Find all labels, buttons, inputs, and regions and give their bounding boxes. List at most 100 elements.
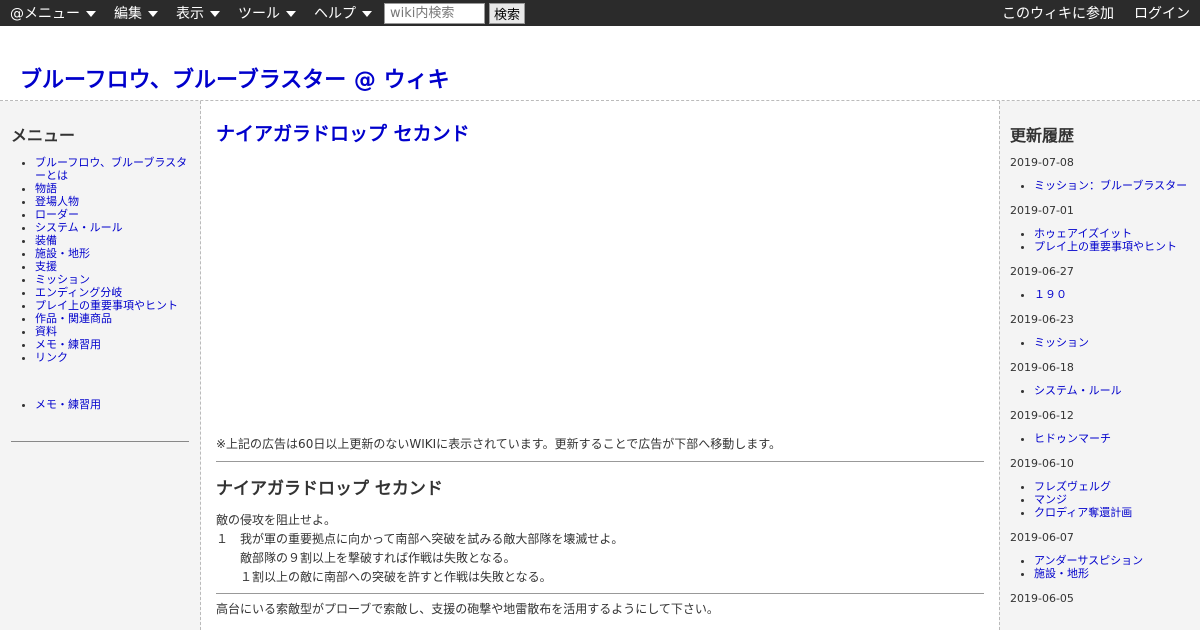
menu-edit[interactable]: 編集 [104,0,166,26]
main-content: ナイアガラドロップ セカンド ※上記の広告は60日以上更新のないWIKIに表示さ… [201,101,999,630]
menu-tools[interactable]: ツール [228,0,304,26]
list-item: エンディング分岐 [35,286,189,299]
list-item: 装備 [35,234,189,247]
menu-link[interactable]: ミッション [35,273,90,286]
menu-link[interactable]: 装備 [35,234,57,247]
list-item: 作品・関連商品 [35,312,189,325]
join-wiki-link[interactable]: このウィキに参加 [1002,3,1114,23]
menu-link[interactable]: エンディング分岐 [35,286,122,299]
menu-link[interactable]: ブルーフロウ、ブルーブラスターとは [35,156,187,182]
list-item: 施設・地形 [1034,567,1190,580]
list-item: クロディア奪還計画 [1034,506,1190,519]
page-title[interactable]: ナイアガラドロップ セカンド [216,119,984,146]
history-date: 2019-06-27 [1010,265,1074,278]
menu-link[interactable]: 登場人物 [35,195,79,208]
list-item: メモ・練習用 [35,398,189,411]
condition-line: 敵部隊の９割以上を撃破すれば作戦は失敗となる。 [240,551,516,565]
objective-number: １ [216,532,229,546]
history-link[interactable]: ヒドゥンマーチ [1034,432,1111,445]
objective-text: 我が軍の重要拠点に向かって南部へ突破を試みる敵大部隊を壊滅せよ。 [240,532,624,546]
login-link[interactable]: ログイン [1134,3,1190,23]
list-item: メモ・練習用 [35,338,189,351]
history-list: ミッション [1010,336,1190,349]
section-heading: ナイアガラドロップ セカンド [216,479,443,499]
search-button[interactable]: 検索 [489,2,526,24]
list-item: 施設・地形 [35,247,189,260]
history-link[interactable]: アンダーサスピション [1034,554,1143,567]
list-item: ホゥェアイズイット [1034,227,1190,240]
history-date: 2019-07-01 [1010,204,1074,217]
history-heading: 更新履歴 [1010,126,1075,145]
menu-label: ツール [238,6,280,22]
menu-help[interactable]: ヘルプ [304,0,380,26]
history-link[interactable]: ホゥェアイズイット [1034,227,1132,240]
menu-link[interactable]: メモ・練習用 [35,398,101,411]
history-list: システム・ルール [1010,384,1190,397]
mission-intro: 敵の侵攻を阻止せよ。 [216,513,337,527]
history-date: 2019-06-05 [1010,592,1074,605]
history-link[interactable]: ミッション [1034,336,1089,349]
list-item: 支援 [35,260,189,273]
menu-label: ヘルプ [314,6,356,22]
toolbar-account: このウィキに参加 ログイン [992,0,1200,26]
menu-heading: メニュー [11,126,76,145]
caret-down-icon [148,10,158,17]
list-item: ミッション [1034,336,1190,349]
history-link[interactable]: 施設・地形 [1034,567,1089,580]
history-link[interactable]: クロディア奪還計画 [1034,506,1132,519]
history-date: 2019-06-18 [1010,361,1074,374]
history-link[interactable]: マンジ [1034,493,1067,506]
history-list: ホゥェアイズイット プレイ上の重要事項やヒント [1010,227,1190,253]
history-list: ミッション：ブルーブラスター [1010,179,1190,192]
menu-link[interactable]: 物語 [35,182,57,195]
history-link[interactable]: プレイ上の重要事項やヒント [1034,240,1177,253]
menu-list: ブルーフロウ、ブルーブラスターとは 物語 登場人物 ローダー システム・ルール … [11,156,189,364]
top-toolbar: @メニュー 編集 表示 ツール ヘルプ 検索 このウィキに参加 ログイン [0,0,1200,26]
ad-notice: ※上記の広告は60日以上更新のないWIKIに表示されています。更新することで広告… [216,437,782,451]
menu-link[interactable]: リンク [35,351,68,364]
list-item: システム・ルール [35,221,189,234]
condition-line: １割以上の敵に南部への突破を許すと作戦は失敗となる。 [240,570,552,584]
list-item: 資料 [35,325,189,338]
menu-link[interactable]: ローダー [35,208,79,221]
menu-link[interactable]: 支援 [35,260,57,273]
list-item: ブルーフロウ、ブルーブラスターとは [35,156,189,182]
content-divider [216,593,984,594]
site-title[interactable]: ブルーフロウ、ブルーブラスター @ ウィキ [20,62,450,94]
menu-link[interactable]: システム・ルール [35,221,123,234]
history-list: ヒドゥンマーチ [1010,432,1190,445]
history-link[interactable]: １９０ [1034,288,1067,301]
menu-link[interactable]: 作品・関連商品 [35,312,112,325]
list-item: ミッション [35,273,189,286]
menu-link[interactable]: 資料 [35,325,57,338]
caret-down-icon [86,10,96,17]
left-sidebar: メニュー ブルーフロウ、ブルーブラスターとは 物語 登場人物 ローダー システム… [0,101,201,630]
search-input[interactable] [384,2,485,24]
menu-link[interactable]: プレイ上の重要事項やヒント [35,299,178,312]
history-link[interactable]: フレズヴェルグ [1034,480,1111,493]
list-item: システム・ルール [1034,384,1190,397]
list-item: ローダー [35,208,189,221]
menu-label: 編集 [114,6,142,22]
menu-view[interactable]: 表示 [166,0,228,26]
history-link[interactable]: システム・ルール [1034,384,1122,397]
list-item: リンク [35,351,189,364]
list-item: プレイ上の重要事項やヒント [1034,240,1190,253]
list-item: １９０ [1034,288,1190,301]
objective-row: １ 我が軍の重要拠点に向かって南部へ突破を試みる敵大部隊を壊滅せよ。 [216,530,984,549]
menu-link[interactable]: メモ・練習用 [35,338,101,351]
mission-tip: 高台にいる索敵型がプローブで索敵し、支援の砲撃や地雷散布を活用するようにして下さ… [216,602,719,616]
history-date: 2019-06-07 [1010,531,1074,544]
wiki-search: 検索 [384,2,526,24]
history-date: 2019-07-08 [1010,156,1074,169]
caret-down-icon [210,10,220,17]
menu-label: @メニュー [10,6,80,22]
list-item: フレズヴェルグ [1034,480,1190,493]
list-item: 登場人物 [35,195,189,208]
mission-body: 敵の侵攻を阻止せよ。 １ 我が軍の重要拠点に向かって南部へ突破を試みる敵大部隊を… [216,511,984,619]
menu-atmenu[interactable]: @メニュー [0,0,104,26]
menu-link[interactable]: 施設・地形 [35,247,90,260]
ad-area [216,146,984,436]
history-link[interactable]: ミッション：ブルーブラスター [1034,179,1187,192]
history-list: フレズヴェルグ マンジ クロディア奪還計画 [1010,480,1190,519]
